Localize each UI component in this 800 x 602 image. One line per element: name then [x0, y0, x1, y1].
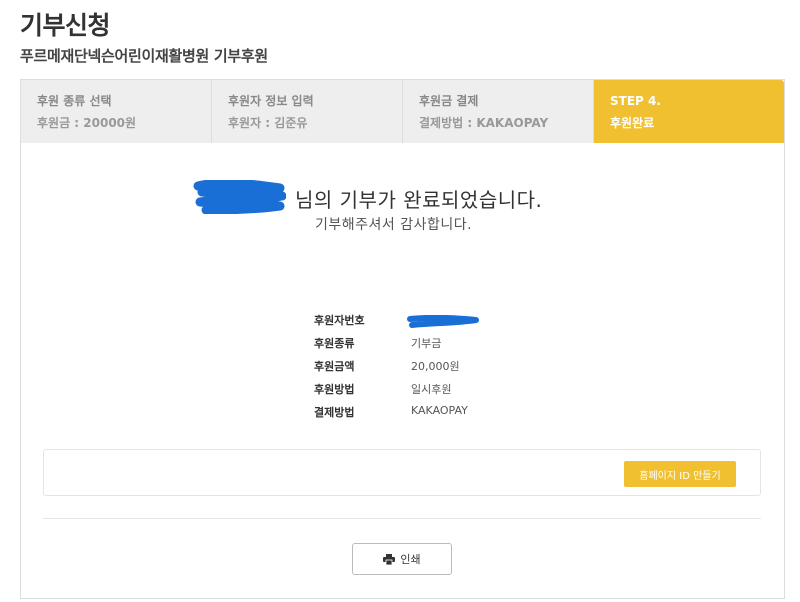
- print-button-label: 인쇄: [400, 553, 421, 566]
- step-2: 후원자 정보 입력 후원자 : 김준유: [212, 80, 403, 143]
- info-row-donation-method: 후원방법 일시후원: [314, 381, 614, 403]
- step-1: 후원 종류 선택 후원금 : 20000원: [21, 80, 212, 143]
- step-4-active: STEP 4. 후원완료: [594, 80, 784, 143]
- page-subtitle: 푸르메재단넥슨어린이재활병원 기부후원: [20, 47, 268, 65]
- step-4-value: 후원완료: [610, 116, 655, 130]
- info-row-payment-method: 결제방법 KAKAOPAY: [314, 404, 614, 426]
- info-value: 기부금: [411, 337, 442, 350]
- info-row-donation-type: 후원종류 기부금: [314, 335, 614, 357]
- completion-message: 님의 기부가 완료되었습니다.: [295, 188, 543, 212]
- step-3-title: 후원금 결제: [419, 94, 479, 108]
- info-value: 일시후원: [411, 383, 452, 396]
- info-label: 후원금액: [314, 360, 355, 373]
- info-label: 후원자번호: [314, 314, 365, 327]
- step-1-title: 후원 종류 선택: [37, 94, 112, 108]
- info-label: 후원방법: [314, 383, 355, 396]
- step-2-title: 후원자 정보 입력: [228, 94, 314, 108]
- page-title: 기부신청: [20, 11, 111, 40]
- divider: [43, 518, 761, 519]
- print-button[interactable]: 인쇄: [352, 543, 452, 575]
- step-3-value: 결제방법 : KAKAOPAY: [419, 116, 549, 130]
- info-label: 후원종류: [314, 337, 355, 350]
- redacted-donor-number: [407, 315, 479, 328]
- info-row-donation-amount: 후원금액 20,000원: [314, 358, 614, 380]
- thanks-message: 기부해주셔서 감사합니다.: [315, 217, 473, 233]
- info-label: 결제방법: [314, 406, 355, 419]
- step-1-value: 후원금 : 20000원: [37, 116, 137, 130]
- info-value: KAKAOPAY: [411, 404, 468, 417]
- info-value: 20,000원: [411, 360, 460, 373]
- step-4-title: STEP 4.: [610, 94, 661, 108]
- redacted-donor-name: [193, 180, 286, 214]
- printer-icon: [383, 553, 396, 565]
- info-row-donor-number: 후원자번호: [314, 312, 614, 334]
- create-homepage-id-button[interactable]: 홈페이지 ID 만들기: [624, 461, 736, 487]
- step-progress-bar: 후원 종류 선택 후원금 : 20000원 후원자 정보 입력 후원자 : 김준…: [20, 79, 785, 143]
- step-3: 후원금 결제 결제방법 : KAKAOPAY: [403, 80, 594, 143]
- step-2-value: 후원자 : 김준유: [228, 116, 308, 130]
